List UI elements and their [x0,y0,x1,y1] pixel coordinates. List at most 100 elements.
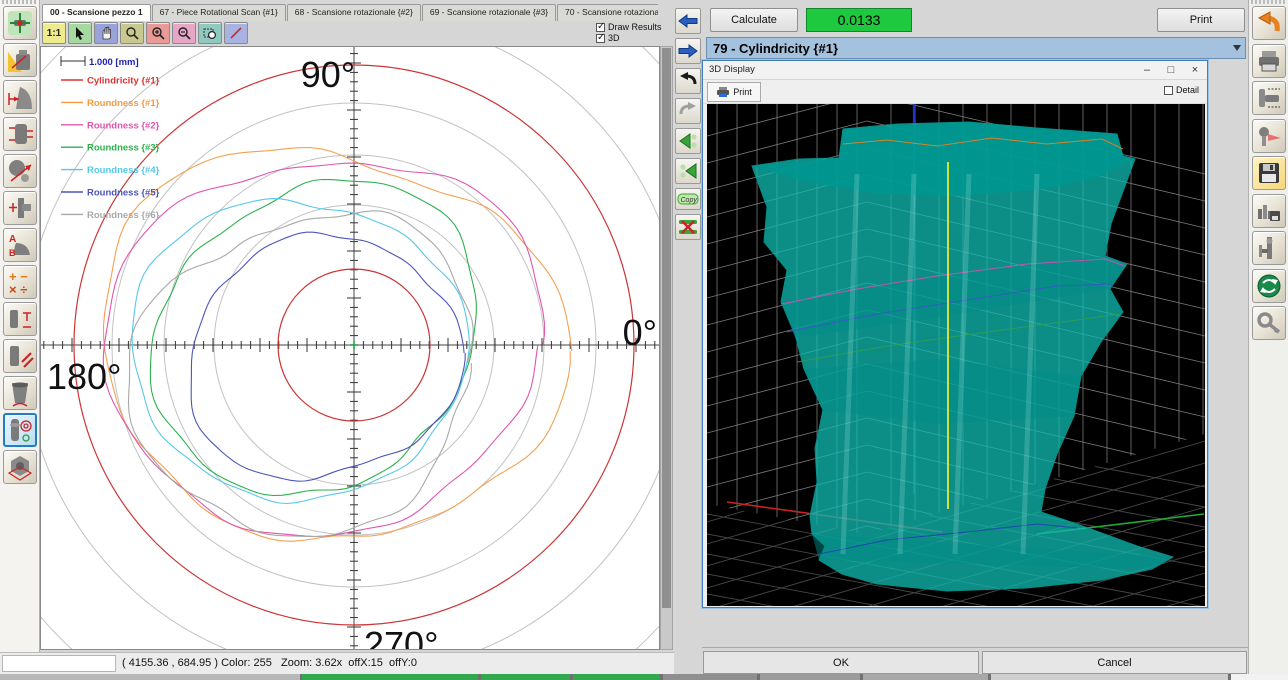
dialog-print-label: Print [733,87,752,97]
tab-scansione-pezzo[interactable]: 00 - Scansione pezzo 1 [42,4,151,21]
back-blue-arrow-button[interactable] [675,8,701,34]
toolbar-grip[interactable] [1251,0,1287,4]
select-cursor-button[interactable] [68,22,92,44]
tab-rotational-scan-1[interactable]: 67 - Piece Rotational Scan {#1} [152,4,286,21]
taskbar-segment[interactable] [573,674,660,680]
part-alignment-icon[interactable] [3,6,37,40]
auto-cycle-icon[interactable] [1252,269,1286,303]
fixture-icon[interactable] [1252,231,1286,265]
status-text: ( 4155.36 , 684.95 ) Color: 255 Zoom: 3.… [122,657,417,669]
previous-result-button[interactable] [675,158,701,184]
print-button[interactable]: Print [1157,8,1245,32]
angle-measure-icon[interactable]: AB [3,228,37,262]
close-button[interactable]: × [1183,61,1207,80]
cylinder-measure-icon[interactable] [3,117,37,151]
draw-line-button[interactable] [224,22,248,44]
zoom-1-1-button[interactable]: 1:1 [42,22,66,44]
taskbar-segment[interactable] [663,674,757,680]
hex-nut-icon[interactable] [3,450,37,484]
middle-toolbar: Copy [674,0,702,674]
dialog-title: 3D Display [709,64,755,75]
calculate-button[interactable]: Calculate [710,8,798,32]
svg-text:Roundness {#3}: Roundness {#3} [87,143,160,154]
show-3d-checkbox[interactable]: 3D [596,33,620,43]
perpendicularity-icon[interactable] [3,302,37,336]
status-cell [2,655,116,672]
result-panel: Calculate 0.0133 Print 79 - Cylindricity… [702,0,1248,674]
cursor-icon [73,26,87,40]
previous-feature-button[interactable] [675,128,701,154]
save-report-icon[interactable] [1252,194,1286,228]
maximize-button[interactable]: □ [1159,61,1183,80]
dimension-report-icon[interactable] [1252,81,1286,115]
tab-rotational-scan-2[interactable]: 68 - Scansione rotazionale {#2} [287,4,421,21]
copy-button[interactable]: Copy [675,188,701,210]
tab-rotational-scan-4[interactable]: 70 - Scansione rotazionale {#4} [557,4,658,21]
svg-text:90°: 90° [301,54,355,95]
taskbar-segment[interactable] [863,674,988,680]
pan-hand-button[interactable] [94,22,118,44]
access-key-icon[interactable] [1252,306,1286,340]
plot-vertical-scrollbar[interactable] [660,46,673,650]
roundness-scan-icon[interactable] [3,413,37,447]
printer-icon [716,86,730,98]
taskbar-strip[interactable] [0,674,1288,680]
show-3d-label: 3D [608,33,620,43]
undo-button[interactable] [675,68,701,94]
svg-text:Roundness {#1}: Roundness {#1} [87,98,160,109]
dialog-print-button[interactable]: Print [707,82,761,102]
detail-checkbox[interactable]: Detail [1164,85,1199,95]
tab-rotational-scan-3[interactable]: 69 - Scansione rotazionale {#3} [422,4,556,21]
cross-section-icon[interactable] [3,191,37,225]
taskbar-segment[interactable] [481,674,570,680]
right-toolbar [1248,0,1288,674]
probe-alignment-icon[interactable] [1252,119,1286,153]
3d-viewport[interactable] [707,104,1205,606]
cancel-button[interactable]: Cancel [982,651,1247,674]
checkbox-icon [596,23,605,32]
svg-text:270°: 270° [364,624,438,649]
ok-button[interactable]: OK [703,651,979,674]
left-toolbar: AB + −× ÷ [0,0,40,674]
runout-icon[interactable] [3,339,37,373]
taskbar-segment[interactable] [0,674,300,680]
bore-measure-icon[interactable] [3,376,37,410]
copy-icon: Copy [677,192,699,206]
undo-action-icon[interactable] [1252,6,1286,40]
minimize-button[interactable]: – [1135,61,1159,80]
delete-results-button[interactable] [675,214,701,240]
math-operations-icon[interactable]: + −× ÷ [3,265,37,299]
svg-text:Roundness {#4}: Roundness {#4} [87,165,160,176]
3d-display-dialog: 3D Display – □ × Print Detail [702,60,1208,608]
sphere-measure-icon[interactable] [3,154,37,188]
taskbar-segment[interactable] [991,674,1228,680]
zoom-lens-button[interactable] [120,22,144,44]
forward-blue-arrow-button[interactable] [675,38,701,64]
previous-result-icon [678,162,698,180]
draw-results-checkbox[interactable]: Draw Results [596,22,662,32]
svg-text:1.000 [mm]: 1.000 [mm] [89,57,139,68]
taskbar-segment[interactable] [1231,674,1288,680]
result-selector-dropdown[interactable]: 79 - Cylindricity {#1} [706,37,1246,59]
zoom-out-button[interactable] [172,22,196,44]
piece-scan-icon[interactable] [3,43,37,77]
distance-measure-icon[interactable] [3,80,37,114]
result-value-box: 0.0133 [806,8,912,32]
zoom-region-button[interactable] [198,22,222,44]
print-icon[interactable] [1252,44,1286,78]
svg-text:Roundness {#6}: Roundness {#6} [87,210,160,221]
delete-results-icon [678,217,698,237]
zoom-in-button[interactable] [146,22,170,44]
save-icon[interactable] [1252,156,1286,190]
dialog-titlebar[interactable]: 3D Display – □ × [703,61,1207,80]
taskbar-segment[interactable] [760,674,860,680]
dialog-toolbar: Print Detail [703,80,1207,104]
redo-button[interactable] [675,98,701,124]
svg-text:Roundness {#5}: Roundness {#5} [87,188,160,199]
scrollbar-thumb[interactable] [662,48,671,608]
scan-tabs: 00 - Scansione pezzo 1 67 - Piece Rotati… [42,4,658,21]
undo-icon [678,71,698,91]
polar-plot-canvas[interactable]: 90°0°180°270°1.000 [mm]Cylindricity {#1}… [40,46,660,650]
taskbar-segment[interactable] [302,674,478,680]
toolbar-grip[interactable] [2,0,38,4]
